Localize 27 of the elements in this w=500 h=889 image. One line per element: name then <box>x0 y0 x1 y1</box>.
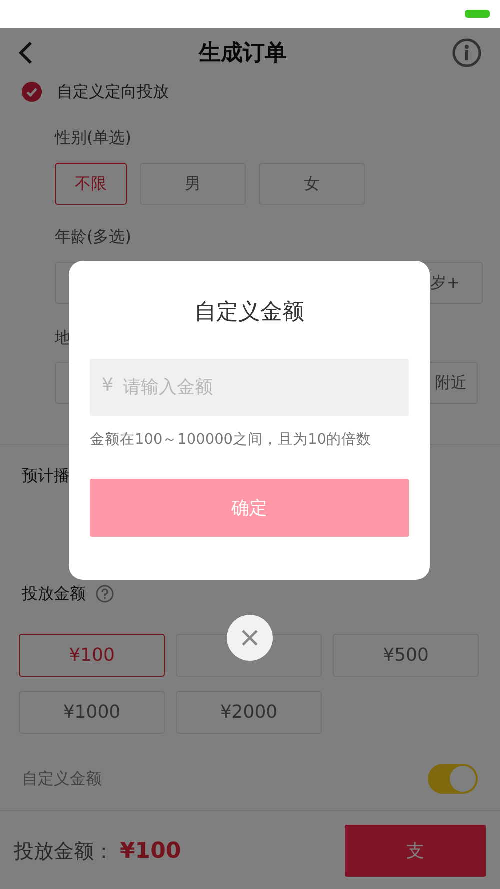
total-label: 投放金额： <box>14 838 114 864</box>
toggle-switch[interactable] <box>428 764 478 794</box>
currency-symbol: ¥ <box>102 375 114 396</box>
option-button[interactable]: ¥500 <box>333 634 479 677</box>
option-button[interactable]: ¥2000 <box>176 691 322 734</box>
custom-amount-label: 自定义金额 <box>22 768 102 790</box>
dialog-title: 自定义金额 <box>194 299 304 327</box>
page-title: 生成订单 <box>199 40 287 68</box>
gender-label: 性别(单选) <box>55 128 132 148</box>
option-button[interactable]: 女 <box>259 163 365 205</box>
battery-icon <box>465 10 490 18</box>
amount-label: 投放金额 <box>22 584 86 604</box>
checkbox-icon[interactable] <box>22 82 42 102</box>
total-amount: ¥100 <box>120 838 182 864</box>
pay-button[interactable]: 支 <box>345 825 486 877</box>
back-icon[interactable] <box>18 41 34 65</box>
confirm-button[interactable]: 确定 <box>90 479 409 537</box>
estimate-label: 预计播 <box>22 466 71 486</box>
targeting-label: 自定义定向投放 <box>57 82 169 102</box>
hint-text: 金额在100～100000之间，且为10的倍数 <box>90 430 372 449</box>
option-button[interactable]: 男 <box>140 163 246 205</box>
option-button[interactable]: 不限 <box>55 163 127 205</box>
option-button[interactable]: ¥100 <box>19 634 165 677</box>
age-label: 年龄(多选) <box>55 227 132 247</box>
option-button[interactable]: ¥1000 <box>19 691 165 734</box>
help-icon[interactable] <box>96 585 114 603</box>
info-icon[interactable] <box>452 38 482 68</box>
